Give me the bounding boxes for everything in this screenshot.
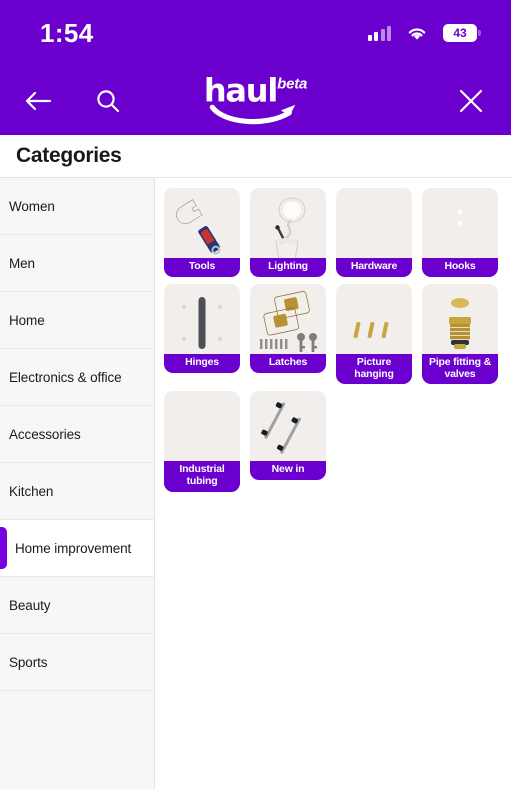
subcategory-tile-label-band: Lighting: [250, 258, 326, 277]
subcategory-tile-new-in[interactable]: New in: [250, 391, 326, 492]
sidebar-item-label: Home improvement: [15, 540, 132, 556]
sidebar-item-home-improvement[interactable]: Home improvement: [0, 520, 154, 577]
sidebar-item-home[interactable]: Home: [0, 292, 154, 349]
brass-latches-image: [250, 283, 326, 363]
subcategory-tile-industrial-tubing[interactable]: Industrial tubing: [164, 391, 240, 492]
search-button[interactable]: [86, 79, 130, 123]
content-area: Women Men Home Electronics & office Accessor…: [0, 178, 511, 789]
subcategory-tile-tools[interactable]: Tools: [164, 188, 240, 277]
status-indicators: 43: [367, 24, 481, 42]
subcategory-tile-pipe-fitting-valves[interactable]: Pipe fitting & valves: [422, 283, 498, 385]
back-arrow-icon: [24, 89, 52, 113]
search-icon: [95, 88, 121, 114]
status-clock: 1:54: [40, 17, 94, 48]
brand-logo: haul beta: [203, 70, 308, 126]
brand-wordmark: haul: [203, 70, 279, 109]
sidebar-item-sports[interactable]: Sports: [0, 634, 154, 691]
close-icon: [457, 87, 485, 115]
subcategory-tile-label-band: Hooks: [422, 258, 498, 277]
brand-beta-badge: beta: [277, 74, 308, 92]
sidebar-item-accessories[interactable]: Accessories: [0, 406, 154, 463]
amazon-smile-icon: [209, 102, 302, 126]
battery-percent: 43: [453, 26, 467, 40]
sidebar-item-kitchen[interactable]: Kitchen: [0, 463, 154, 520]
coiled-tubing-image: [164, 391, 240, 471]
nav-right-group: [449, 79, 511, 123]
wifi-icon: [406, 25, 428, 41]
subcategory-tile-label-band: Industrial tubing: [164, 461, 240, 492]
sidebar-item-label: Kitchen: [9, 483, 54, 499]
subcategory-tile-label-band: Latches: [250, 353, 326, 373]
sidebar-item-label: Accessories: [9, 426, 81, 442]
sidebar-item-women[interactable]: Women: [0, 178, 154, 235]
category-sidebar[interactable]: Women Men Home Electronics & office Accessor…: [0, 178, 155, 789]
sidebar-item-label: Sports: [9, 654, 48, 670]
subcategory-tile-label-band: Pipe fitting & valves: [422, 353, 498, 385]
subcategory-tile-lighting[interactable]: Lighting: [250, 188, 326, 277]
sidebar-item-label: Home: [9, 312, 45, 328]
subcategory-tile-picture-hanging[interactable]: Picture hanging: [336, 283, 412, 385]
back-button[interactable]: [16, 79, 60, 123]
subcategory-grid: Tools Lighting Hardware Hooks Hinges Lat…: [164, 188, 511, 492]
subcategory-tile-label: Hooks: [444, 260, 476, 272]
brass-t-pulls-image: [336, 188, 412, 267]
subcategory-tile-label: Industrial tubing: [179, 463, 225, 487]
close-button[interactable]: [449, 79, 493, 123]
subcategory-tile-label: New in: [271, 463, 305, 476]
sidebar-item-beauty[interactable]: Beauty: [0, 577, 154, 634]
status-bar: 1:54 43: [0, 0, 511, 66]
sidebar-item-electronics-office[interactable]: Electronics & office: [0, 349, 154, 406]
door-hinge-image: [164, 283, 240, 363]
battery-icon: 43: [443, 24, 481, 42]
subcategory-tile-label-band: New in: [250, 461, 326, 480]
app-root: 1:54 43 haul beta Categories Women Men H…: [0, 0, 511, 789]
cellular-signal-icon: [367, 25, 391, 41]
nav-left-group: [0, 79, 130, 123]
subcategory-pane: Tools Lighting Hardware Hooks Hinges Lat…: [155, 178, 511, 789]
nav-bar: haul beta: [0, 66, 511, 135]
subcategory-tile-latches[interactable]: Latches: [250, 283, 326, 385]
sidebar-item-label: Women: [9, 198, 55, 214]
subcategory-tile-label-band: Picture hanging: [336, 353, 412, 385]
sidebar-item-label: Beauty: [9, 597, 51, 613]
wrench-image: [164, 188, 240, 267]
subcategory-tile-label: Pipe fitting & valves: [429, 355, 491, 380]
subcategory-tile-hardware[interactable]: Hardware: [336, 188, 412, 277]
sidebar-item-label: Electronics & office: [9, 369, 122, 385]
categories-header: Categories: [0, 135, 511, 178]
brass-valve-image: [422, 283, 498, 363]
page-title: Categories: [16, 144, 122, 167]
subcategory-tile-hinges[interactable]: Hinges: [164, 283, 240, 385]
subcategory-tile-hooks[interactable]: Hooks: [422, 188, 498, 277]
subcategory-tile-label: Latches: [268, 355, 308, 368]
subcategory-tile-label: Picture hanging: [354, 355, 394, 380]
sidebar-item-men[interactable]: Men: [0, 235, 154, 292]
sidebar-item-label: Men: [9, 255, 35, 271]
black-bar-handles-image: [250, 391, 326, 471]
subcategory-tile-label: Lighting: [268, 260, 308, 272]
picture-hooks-image: [336, 283, 412, 363]
table-lamp-image: [250, 188, 326, 267]
subcategory-tile-label-band: Tools: [164, 258, 240, 277]
subcategory-tile-label: Tools: [188, 260, 216, 272]
subcategory-tile-label-band: Hinges: [164, 353, 240, 373]
subcategory-tile-label: Hardware: [350, 260, 398, 272]
subcategory-tile-label: Hinges: [185, 355, 219, 368]
subcategory-tile-label-band: Hardware: [336, 258, 412, 277]
black-double-hook-image: [422, 188, 498, 267]
